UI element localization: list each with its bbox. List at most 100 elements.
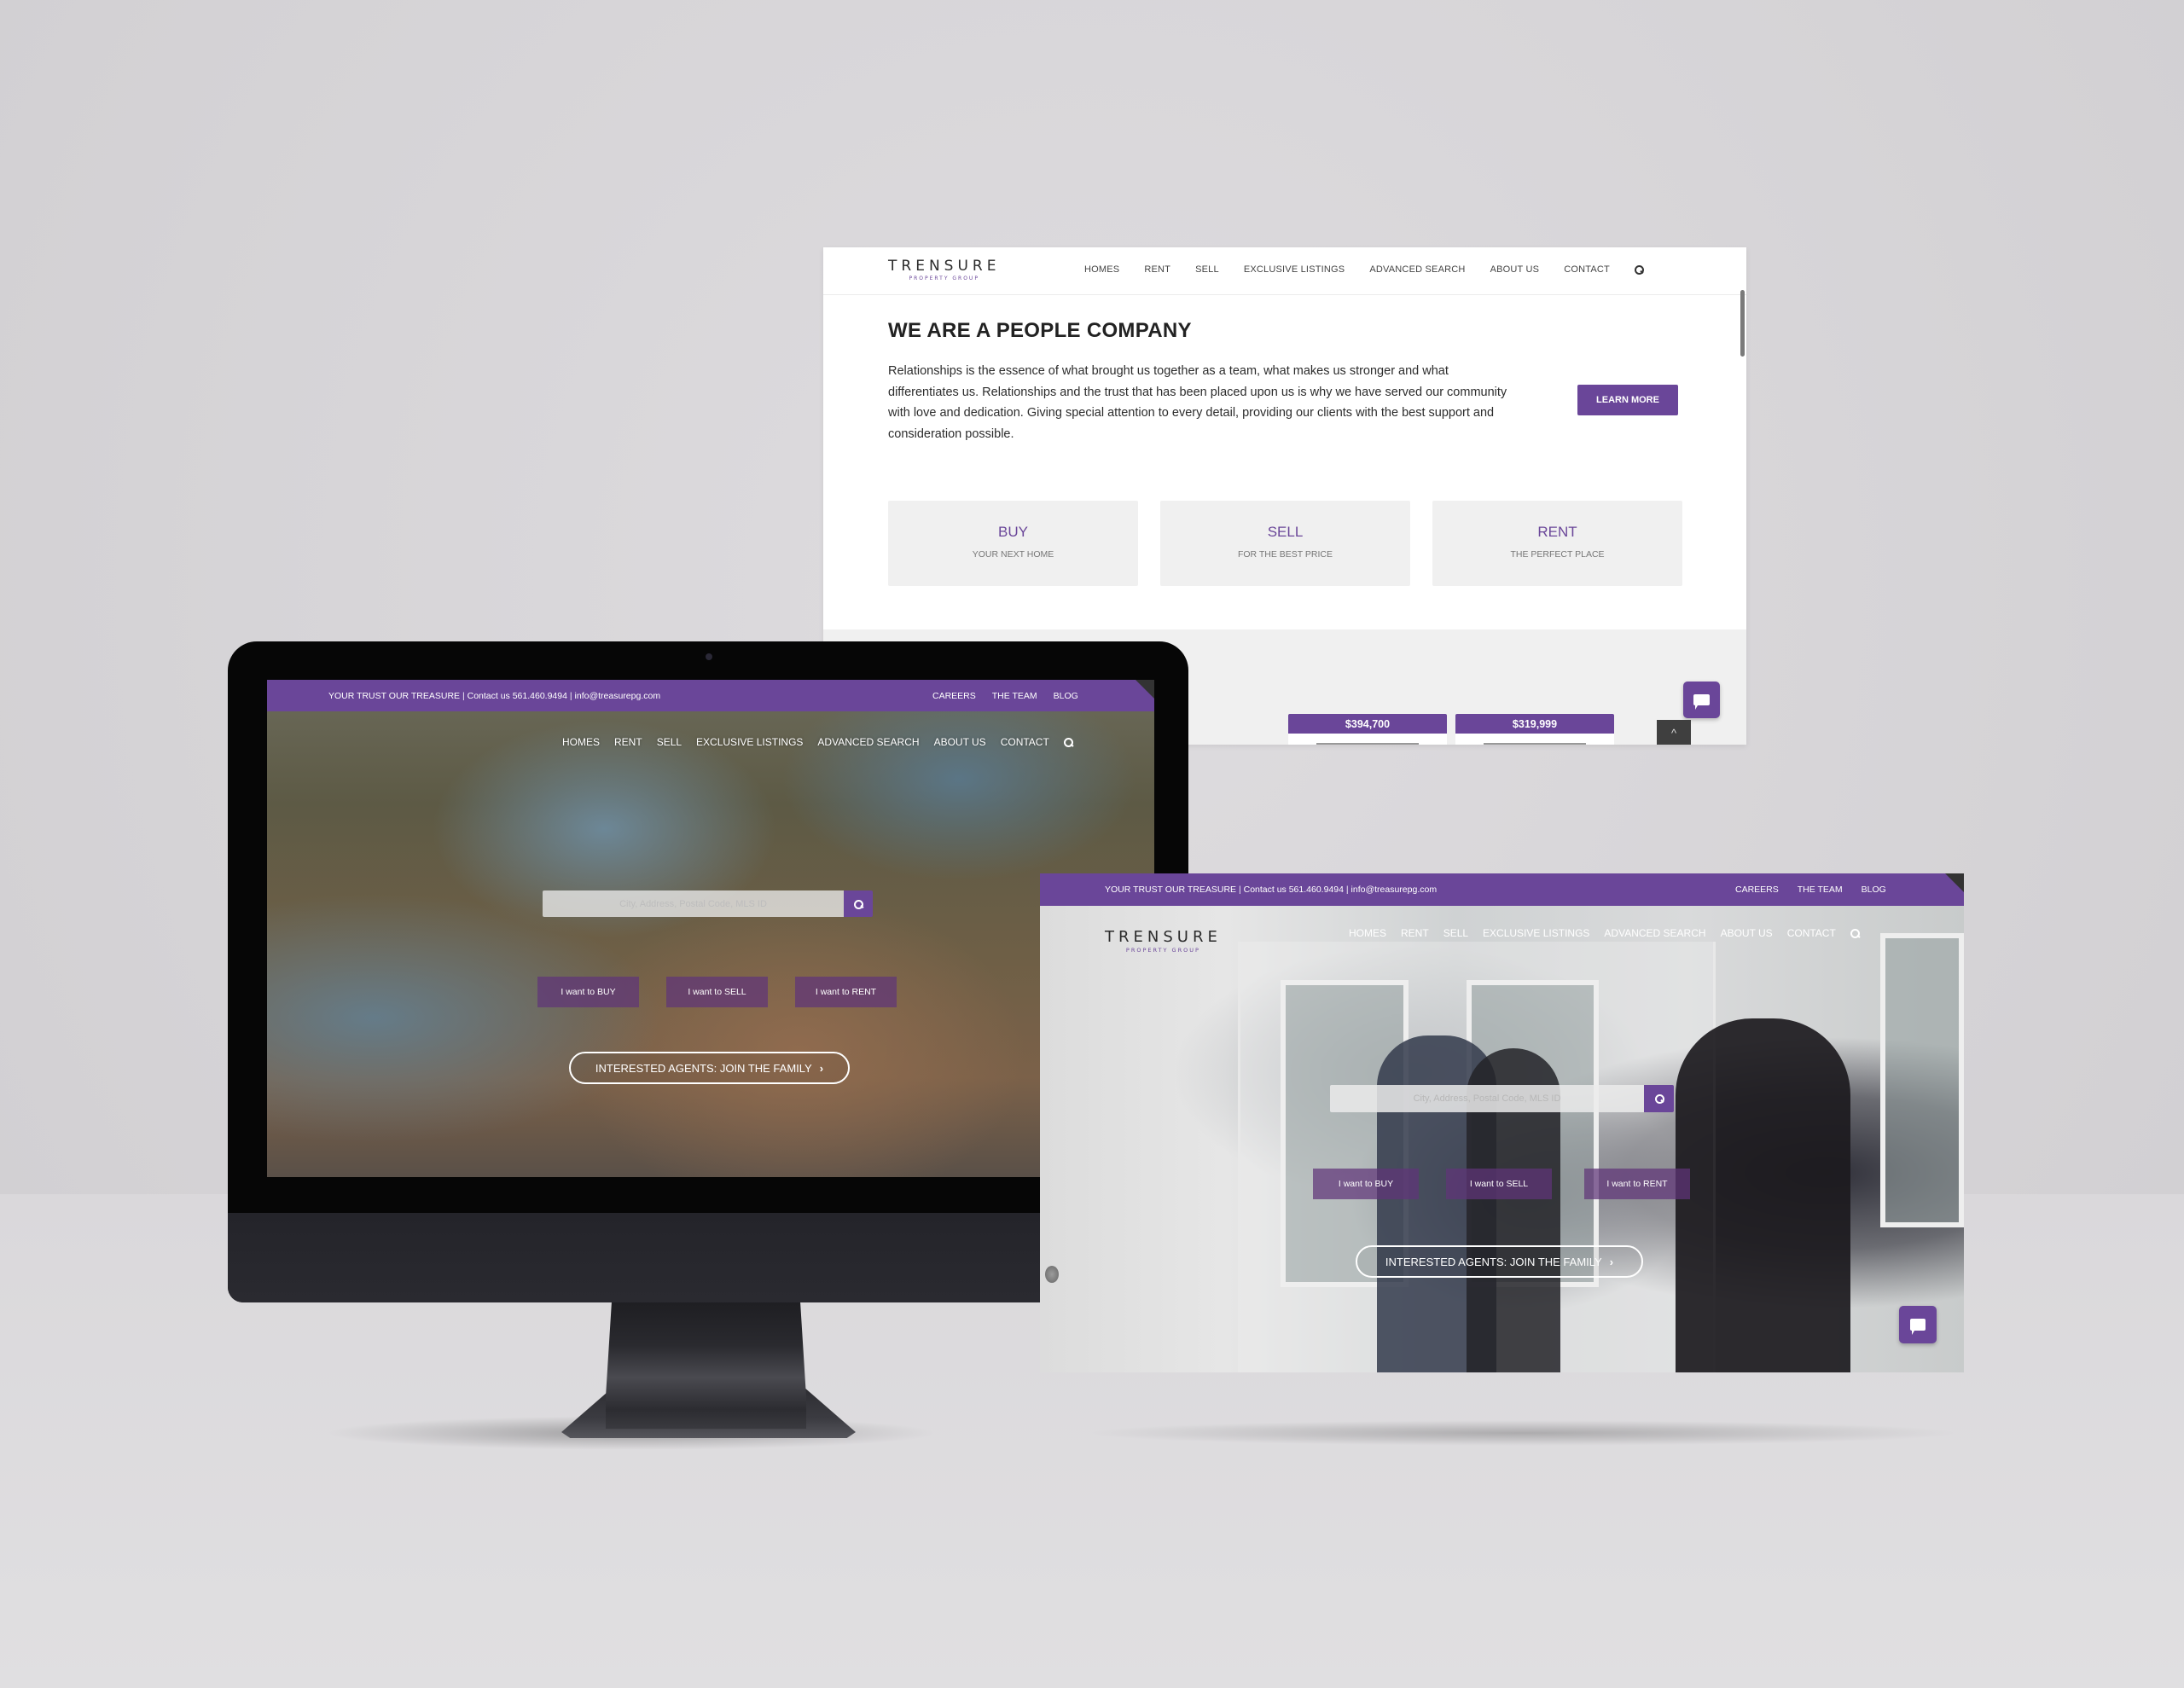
listing-address	[1316, 743, 1419, 745]
search-icon	[1654, 1094, 1664, 1104]
top-bar: YOUR TRUST OUR TREASURE | Contact us 561…	[1040, 873, 1964, 906]
join-family-button[interactable]: INTERESTED AGENTS: JOIN THE FAMILY ›	[1356, 1245, 1643, 1278]
nav-about-us[interactable]: ABOUT US	[934, 736, 986, 748]
nav-homes[interactable]: HOMES	[1084, 264, 1119, 275]
nav-sell[interactable]: SELL	[1443, 927, 1468, 939]
card-rent[interactable]: RENT THE PERFECT PLACE	[1432, 501, 1682, 586]
nav-contact[interactable]: CONTACT	[1001, 736, 1049, 748]
logo-tagline: PROPERTY GROUP	[1125, 947, 1200, 954]
main-nav: HOMES RENT SELL EXCLUSIVE LISTINGS ADVAN…	[562, 736, 1074, 748]
chat-icon	[1693, 693, 1710, 711]
learn-more-button[interactable]: LEARN MORE	[1577, 385, 1678, 415]
contact-email[interactable]: info@treasurepg.com	[575, 691, 661, 701]
main-nav: HOMES RENT SELL EXCLUSIVE LISTINGS ADVAN…	[1349, 927, 1861, 939]
separator: |	[1345, 885, 1349, 895]
scrollbar-thumb[interactable]	[1740, 290, 1745, 357]
logo-wordmark: TRENSURE	[1105, 928, 1222, 946]
search-icon[interactable]	[1634, 265, 1644, 275]
chevron-right-icon: ›	[1609, 1255, 1614, 1268]
nav-homes[interactable]: HOMES	[562, 736, 600, 748]
nav-rent[interactable]: RENT	[1144, 264, 1170, 275]
section-title: WE ARE A PEOPLE COMPANY	[888, 319, 1192, 342]
chat-button[interactable]	[1683, 682, 1720, 718]
join-family-button[interactable]: INTERESTED AGENTS: JOIN THE FAMILY ›	[569, 1052, 850, 1084]
top-bar: YOUR TRUST OUR TREASURE | Contact us 561…	[267, 680, 1154, 711]
listing-card[interactable]: $319,999	[1455, 714, 1614, 745]
intent-buttons: I want to BUY I want to SELL I want to R…	[537, 977, 897, 1007]
card-title: RENT	[1537, 524, 1577, 540]
listing-price: $394,700	[1288, 714, 1447, 734]
search-input[interactable]: City, Address, Postal Code, MLS ID	[543, 890, 844, 917]
link-blog[interactable]: BLOG	[1862, 885, 1886, 895]
search-icon[interactable]	[1850, 928, 1861, 939]
sell-button[interactable]: I want to SELL	[1446, 1169, 1552, 1199]
nav-exclusive-listings[interactable]: EXCLUSIVE LISTINGS	[1244, 264, 1345, 275]
card-buy[interactable]: BUY YOUR NEXT HOME	[888, 501, 1138, 586]
nav-rent[interactable]: RENT	[1401, 927, 1429, 939]
listing-card[interactable]: $394,700	[1288, 714, 1447, 745]
search-button[interactable]	[1644, 1085, 1674, 1112]
buy-button[interactable]: I want to BUY	[537, 977, 639, 1007]
card-title: SELL	[1267, 524, 1304, 540]
rent-button[interactable]: I want to RENT	[795, 977, 897, 1007]
search-input[interactable]: City, Address, Postal Code, MLS ID	[1330, 1085, 1644, 1112]
nav-exclusive-listings[interactable]: EXCLUSIVE LISTINGS	[1483, 927, 1589, 939]
listing-address	[1484, 743, 1586, 745]
logo-tagline: PROPERTY GROUP	[909, 276, 979, 281]
monitor-screen: YOUR TRUST OUR TREASURE | Contact us 561…	[267, 680, 1154, 1177]
link-the-team[interactable]: THE TEAM	[992, 691, 1037, 701]
monitor-stand-neck	[606, 1301, 806, 1429]
card-subtitle: YOUR NEXT HOME	[972, 549, 1054, 560]
nav-advanced-search[interactable]: ADVANCED SEARCH	[1604, 927, 1705, 939]
logo-wordmark: TRENSURE	[888, 258, 1001, 275]
nav-about-us[interactable]: ABOUT US	[1721, 927, 1773, 939]
search-icon[interactable]	[1063, 737, 1074, 748]
top-bar-info: YOUR TRUST OUR TREASURE | Contact us 561…	[1105, 885, 1437, 895]
nav-exclusive-listings[interactable]: EXCLUSIVE LISTINGS	[696, 736, 803, 748]
section-paragraph: Relationships is the essence of what bro…	[888, 364, 1507, 441]
contact-email[interactable]: info@treasurepg.com	[1351, 885, 1438, 895]
nav-homes[interactable]: HOMES	[1349, 927, 1386, 939]
link-blog[interactable]: BLOG	[1054, 691, 1078, 701]
door-knob	[1045, 1266, 1059, 1283]
brand-logo[interactable]: TRENSURE PROPERTY GROUP	[888, 258, 1000, 281]
property-search: City, Address, Postal Code, MLS ID	[543, 890, 873, 917]
nav-about-us[interactable]: ABOUT US	[1490, 264, 1540, 275]
main-nav: HOMES RENT SELL EXCLUSIVE LISTINGS ADVAN…	[1084, 264, 1644, 275]
scroll-to-top-button[interactable]: ^	[1657, 720, 1691, 745]
join-label: INTERESTED AGENTS: JOIN THE FAMILY	[595, 1061, 812, 1075]
nav-advanced-search[interactable]: ADVANCED SEARCH	[1369, 264, 1465, 275]
brand-logo[interactable]: TRENSURE PROPERTY GROUP	[1105, 928, 1222, 954]
corner-toggle[interactable]	[1136, 680, 1154, 699]
nav-rent[interactable]: RENT	[614, 736, 642, 748]
hero-page-screenshot: YOUR TRUST OUR TREASURE | Contact us 561…	[1040, 873, 1964, 1372]
nav-sell[interactable]: SELL	[1195, 264, 1219, 275]
link-careers[interactable]: CAREERS	[1735, 885, 1779, 895]
nav-contact[interactable]: CONTACT	[1564, 264, 1610, 275]
nav-contact[interactable]: CONTACT	[1787, 927, 1836, 939]
rent-button[interactable]: I want to RENT	[1584, 1169, 1690, 1199]
contact-phone[interactable]: Contact us 561.460.9494	[1244, 885, 1344, 895]
contact-phone[interactable]: Contact us 561.460.9494	[468, 691, 567, 701]
nav-advanced-search[interactable]: ADVANCED SEARCH	[817, 736, 919, 748]
front-screen-shadow	[1083, 1420, 1962, 1446]
nav-sell[interactable]: SELL	[657, 736, 682, 748]
tagline: YOUR TRUST OUR TREASURE	[1105, 885, 1237, 895]
link-careers[interactable]: CAREERS	[932, 691, 976, 701]
link-the-team[interactable]: THE TEAM	[1798, 885, 1843, 895]
card-title: BUY	[998, 524, 1028, 540]
tagline: YOUR TRUST OUR TREASURE	[328, 690, 461, 701]
separator: |	[462, 690, 465, 701]
search-button[interactable]	[844, 890, 873, 917]
corner-toggle[interactable]	[1945, 873, 1964, 892]
top-bar-links: CAREERS THE TEAM BLOG	[1735, 885, 1886, 895]
top-bar-info: YOUR TRUST OUR TREASURE | Contact us 561…	[328, 691, 660, 701]
buy-button[interactable]: I want to BUY	[1313, 1169, 1419, 1199]
chat-button[interactable]	[1899, 1306, 1937, 1343]
card-sell[interactable]: SELL FOR THE BEST PRICE	[1160, 501, 1410, 586]
sell-button[interactable]: I want to SELL	[666, 977, 768, 1007]
property-search: City, Address, Postal Code, MLS ID	[1330, 1085, 1674, 1112]
separator: |	[569, 690, 572, 701]
service-cards: BUY YOUR NEXT HOME SELL FOR THE BEST PRI…	[888, 501, 1682, 586]
camera-icon	[706, 653, 712, 660]
